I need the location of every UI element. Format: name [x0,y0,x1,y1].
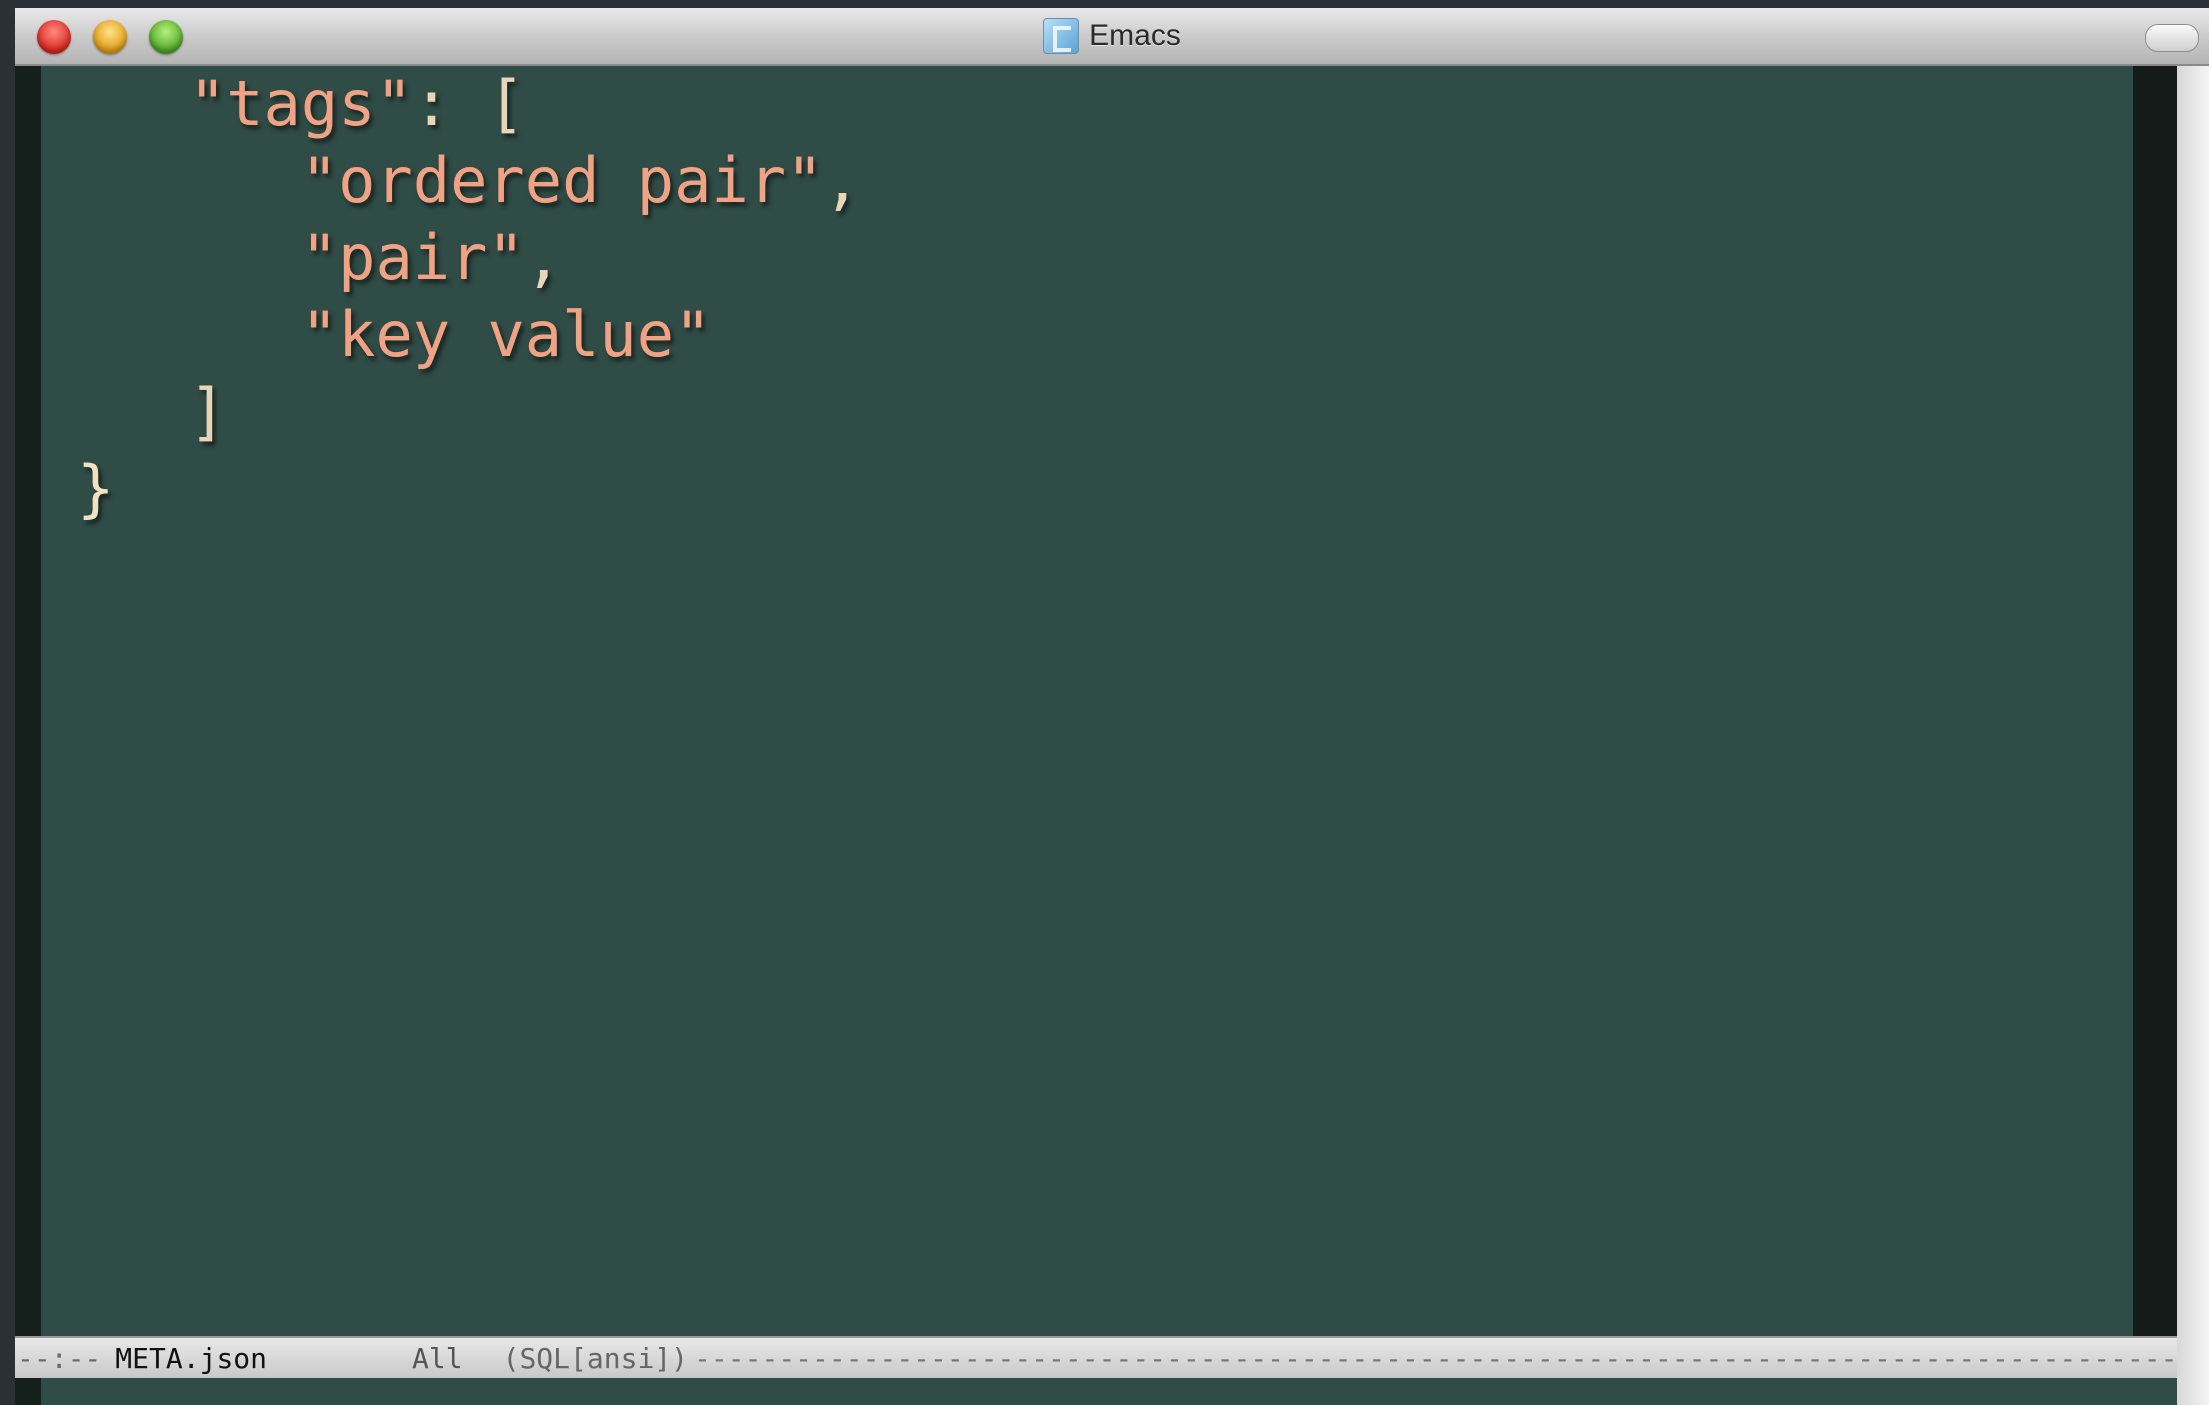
code-line: ] [189,374,226,450]
left-fringe [15,66,41,1336]
modeline-status: --:-- [17,1341,102,1375]
code-token-string: "key value" [300,298,712,371]
code-line: "pair", [301,220,562,296]
minibuffer[interactable] [15,1378,2177,1405]
title-group: Emacs [15,8,2209,64]
major-mode[interactable]: (SQL[ansi]) [503,1342,688,1375]
toolbar-toggle-icon[interactable] [2145,24,2199,52]
right-fringe [2133,66,2177,1336]
code-token-brace: } [77,452,115,525]
scrollbar[interactable] [2177,66,2209,1405]
code-token-punct: , [823,144,861,217]
code-token-punct: : [ [412,67,525,140]
code-token-punct: , [524,221,563,294]
code-token-string: "ordered pair" [300,144,824,217]
code-token-string: "tags" [188,67,413,140]
code-token-punct: ] [188,375,227,448]
buffer-name[interactable]: META.json [115,1342,267,1375]
window-title: Emacs [1089,19,1181,52]
buffer-position: All [412,1341,463,1375]
code-line: } [77,451,114,527]
code-line: "ordered pair", [301,143,861,219]
editor-text-area[interactable]: "tags": ["ordered pair", "pair", "key valu… [41,66,2133,1336]
code-token-string: "pair" [300,221,525,294]
minibuffer-fringe [15,1378,41,1405]
code-line: "tags": [ [189,66,525,142]
emacs-window: Emacs "tags": ["ordered pair", "pair", "ke… [15,8,2209,1405]
emacs-app-icon [1043,18,1080,54]
mode-line: --:-- META.json All (SQL[ansi]) --------… [15,1336,2177,1380]
code-line: "key value" [301,297,712,373]
modeline-fill: ----------------------------------------… [694,1341,2177,1375]
title-bar[interactable]: Emacs [15,8,2209,66]
